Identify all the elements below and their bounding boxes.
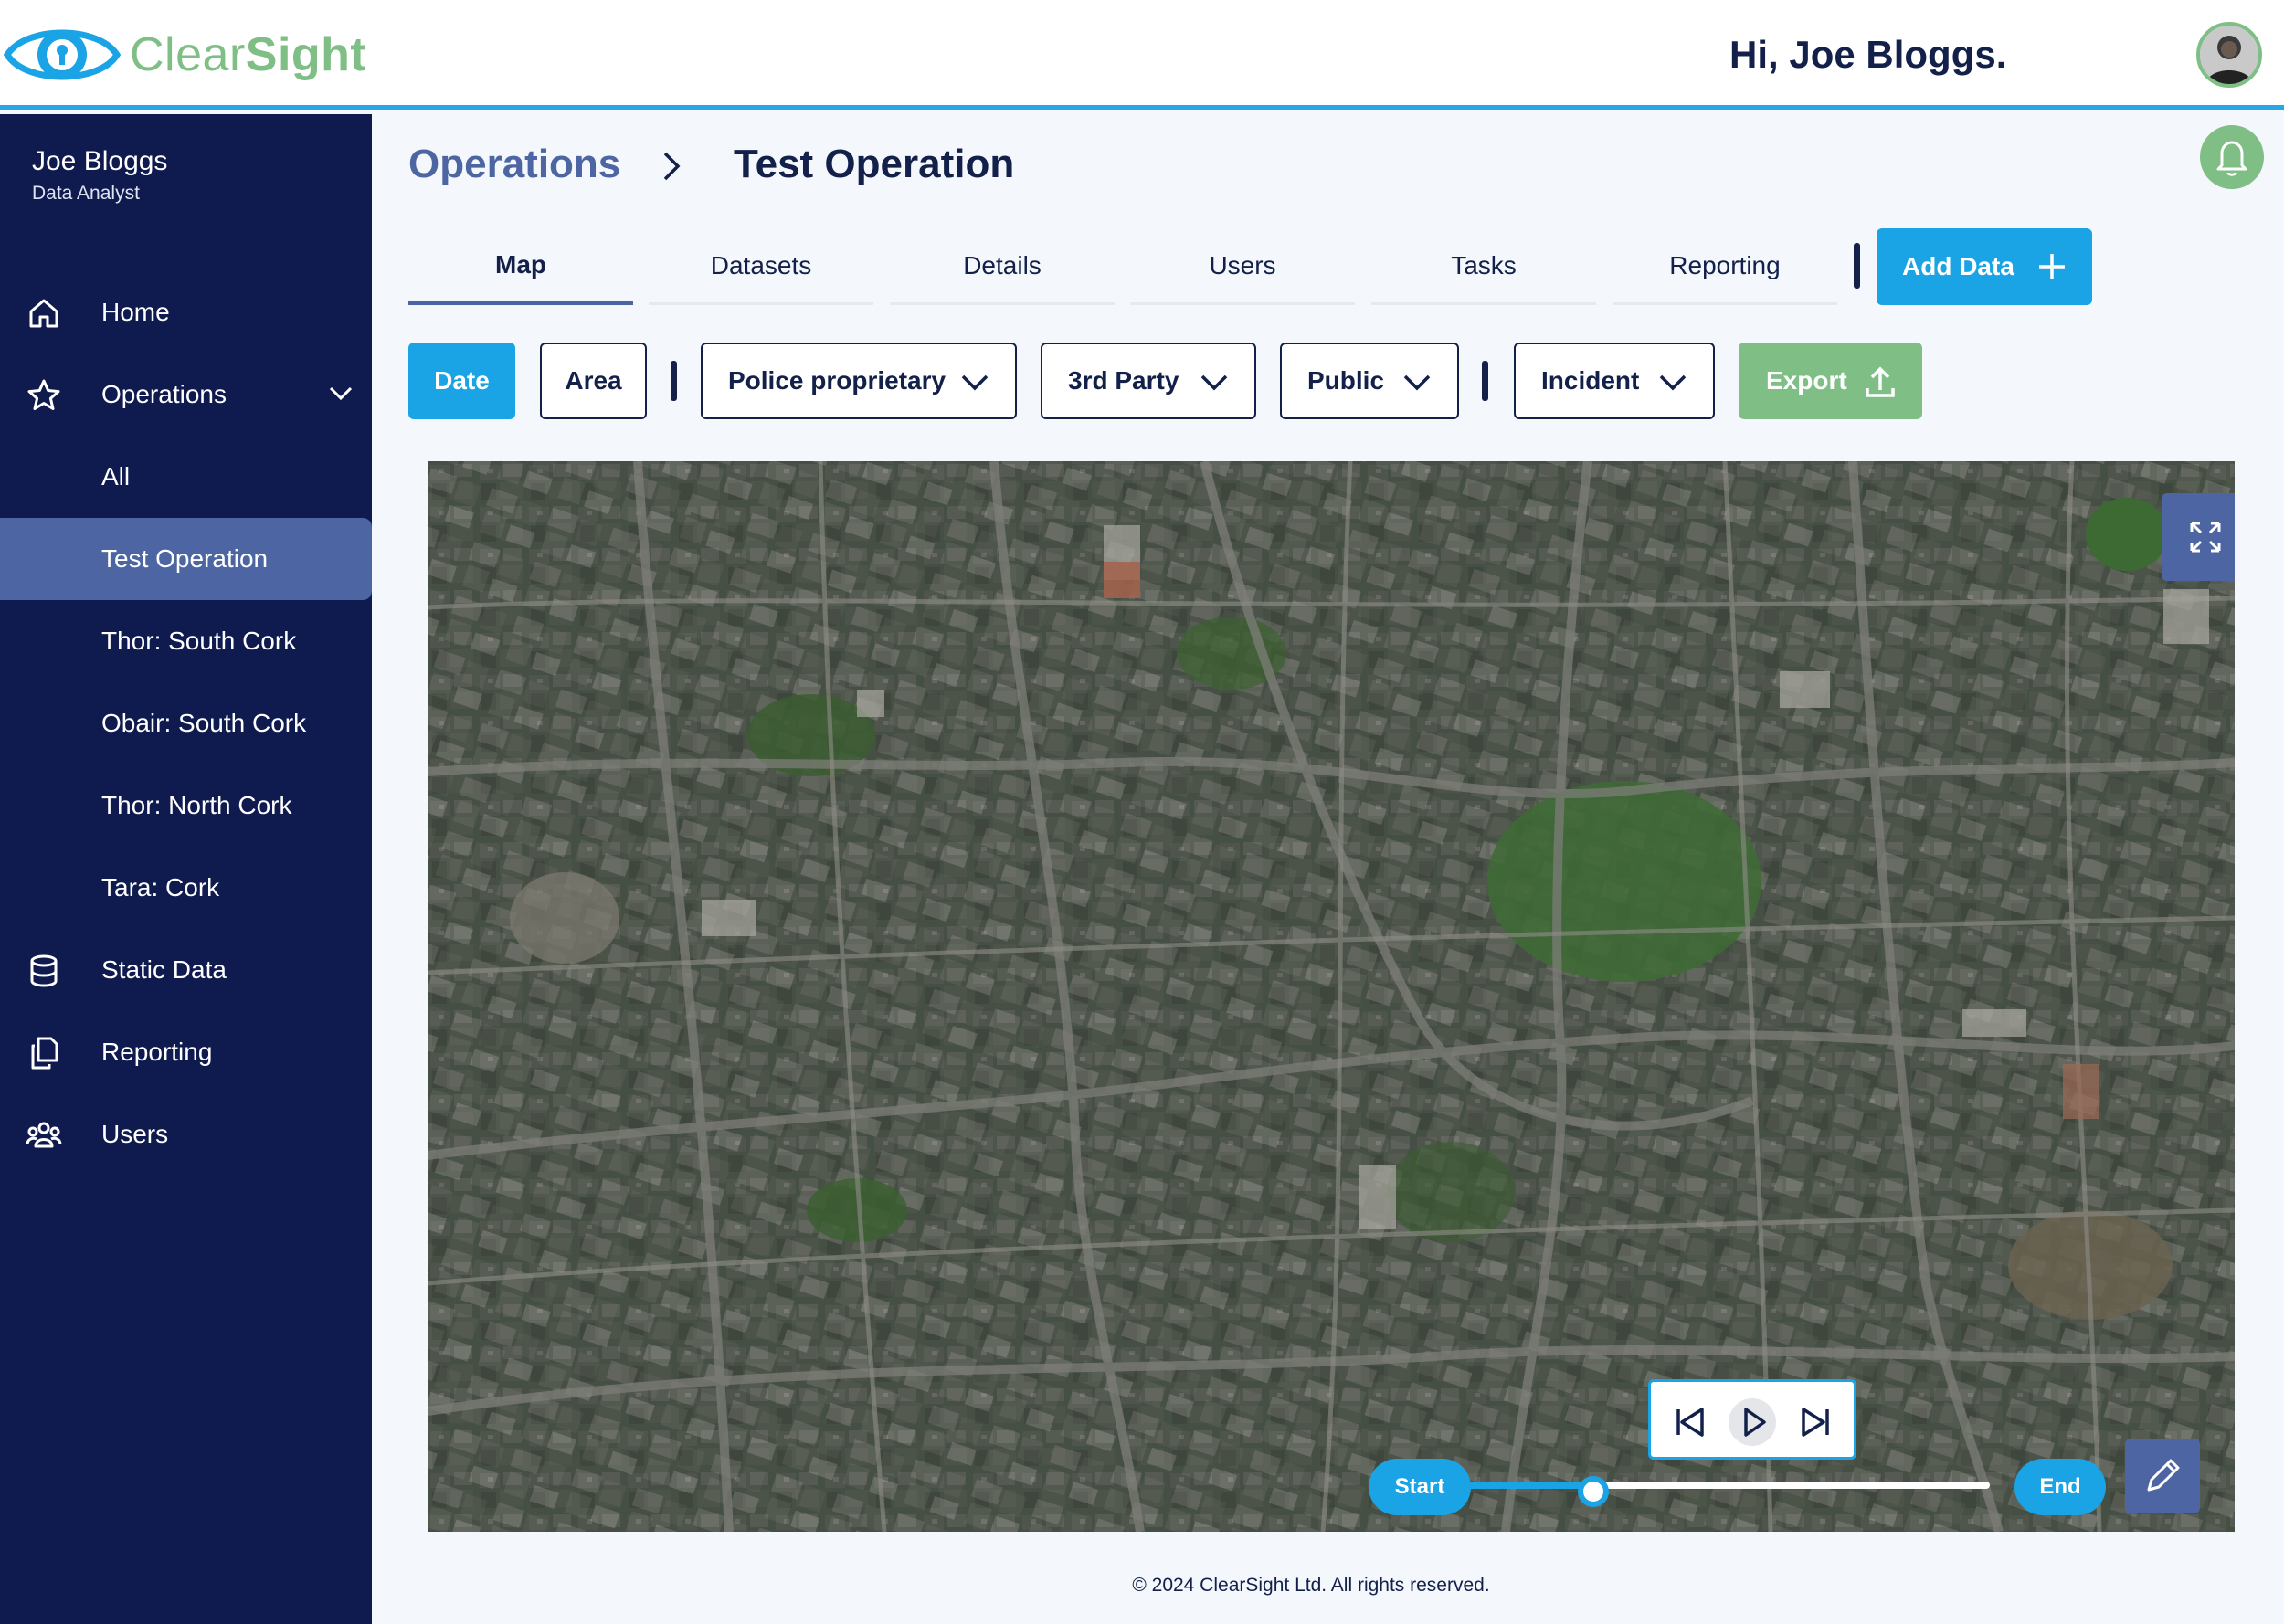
sidebar-item-home[interactable]: Home	[0, 271, 372, 353]
user-greeting: Hi, Joe Bloggs.	[1729, 33, 2007, 76]
tab-divider	[1854, 243, 1860, 289]
users-icon	[26, 1122, 62, 1148]
brand-name-part1: Clear	[130, 28, 246, 81]
satellite-map-image[interactable]	[428, 461, 2235, 1532]
sidebar-subitem-obair-south-cork[interactable]: Obair: South Cork	[0, 682, 372, 765]
breadcrumb-parent-link[interactable]: Operations	[408, 142, 620, 187]
pencil-icon	[2147, 1459, 2180, 1492]
tab-reporting[interactable]: Reporting	[1613, 228, 1837, 305]
filter-date-button[interactable]: Date	[408, 343, 515, 419]
export-label: Export	[1766, 366, 1847, 395]
sidebar-subitem-thor-north-cork[interactable]: Thor: North Cork	[0, 765, 372, 847]
add-data-label: Add Data	[1902, 252, 2014, 280]
documents-icon	[31, 1037, 58, 1070]
timeline-handle[interactable]	[1578, 1476, 1609, 1507]
filter-divider	[1482, 361, 1488, 401]
sidebar-subitem-test-operation[interactable]: Test Operation	[0, 518, 372, 600]
home-icon	[29, 299, 58, 328]
eye-logo-icon	[4, 29, 121, 80]
filter-label: Incident	[1541, 366, 1640, 395]
sidebar-item-label: Tara: Cork	[101, 873, 220, 902]
database-icon	[30, 954, 58, 987]
brand-name-part2: Sight	[245, 28, 367, 81]
sidebar-item-reporting[interactable]: Reporting	[0, 1011, 372, 1093]
edit-draw-button[interactable]	[2125, 1439, 2200, 1513]
filter-label: 3rd Party	[1068, 366, 1179, 395]
skip-back-button[interactable]	[1665, 1398, 1713, 1446]
skip-back-icon	[1676, 1408, 1704, 1437]
bell-icon	[2216, 141, 2247, 176]
footer-copyright: © 2024 ClearSight Ltd. All rights reserv…	[1132, 1575, 1490, 1596]
filter-public-dropdown[interactable]: Public	[1280, 343, 1459, 419]
sidebar-item-label: Static Data	[101, 955, 227, 984]
add-data-button[interactable]: Add Data	[1877, 228, 2092, 305]
sidebar-item-label: Thor: North Cork	[101, 791, 292, 819]
sidebar-item-label: Obair: South Cork	[101, 709, 307, 737]
chevron-down-icon	[1200, 374, 1228, 391]
sidebar-item-label: Users	[101, 1120, 169, 1148]
brand-name: ClearSight	[130, 27, 366, 82]
tab-users[interactable]: Users	[1130, 228, 1355, 305]
top-bar: ClearSight Hi, Joe Bloggs.	[0, 0, 2284, 110]
sidebar-subitem-all[interactable]: All	[0, 436, 372, 518]
filter-label: Public	[1307, 366, 1385, 395]
skip-forward-icon	[1802, 1408, 1829, 1437]
filter-label: Police proprietary	[728, 366, 946, 395]
sidebar: Joe Bloggs Data Analyst Home Operations …	[0, 114, 372, 1624]
sidebar-item-label: Reporting	[101, 1038, 213, 1066]
sidebar-subitem-tara-cork[interactable]: Tara: Cork	[0, 847, 372, 929]
chevron-right-icon	[663, 152, 681, 181]
sidebar-item-static-data[interactable]: Static Data	[0, 929, 372, 1011]
plus-icon	[2039, 254, 2065, 279]
map-view[interactable]: Start End	[428, 461, 2235, 1532]
play-icon	[1744, 1408, 1766, 1437]
expand-icon	[2190, 522, 2221, 553]
chevron-down-icon[interactable]	[327, 383, 354, 405]
chevron-down-icon	[1403, 374, 1431, 391]
playback-controls	[1648, 1379, 1856, 1460]
sidebar-item-label: Thor: South Cork	[101, 627, 297, 655]
timeline-end-label[interactable]: End	[2014, 1459, 2106, 1515]
sidebar-item-label: All	[101, 462, 131, 490]
avatar[interactable]	[2196, 22, 2262, 88]
skip-forward-button[interactable]	[1792, 1398, 1840, 1446]
timeline-start-label[interactable]: Start	[1369, 1459, 1471, 1515]
tab-map[interactable]: Map	[408, 228, 633, 305]
sidebar-user-name: Joe Bloggs	[32, 146, 168, 176]
chevron-down-icon	[1659, 374, 1687, 391]
sidebar-item-operations[interactable]: Operations	[0, 353, 372, 436]
sidebar-user-role: Data Analyst	[32, 183, 140, 204]
sidebar-item-label: Operations	[101, 380, 227, 408]
fullscreen-button[interactable]	[2162, 493, 2235, 581]
sidebar-item-label: Test Operation	[101, 544, 269, 573]
app-root: ClearSight Hi, Joe Bloggs. Joe Bloggs Da…	[0, 0, 2284, 1624]
export-button[interactable]: Export	[1739, 343, 1922, 419]
user-avatar-icon	[2200, 26, 2258, 84]
sidebar-item-users[interactable]: Users	[0, 1093, 372, 1176]
filter-3rd-party-dropdown[interactable]: 3rd Party	[1041, 343, 1256, 419]
sidebar-item-label: Home	[101, 298, 170, 326]
tab-details[interactable]: Details	[890, 228, 1115, 305]
star-icon	[27, 379, 60, 410]
filter-police-proprietary-dropdown[interactable]: Police proprietary	[701, 343, 1017, 419]
sidebar-subitem-thor-south-cork[interactable]: Thor: South Cork	[0, 600, 372, 682]
tab-datasets[interactable]: Datasets	[649, 228, 873, 305]
play-button[interactable]	[1729, 1398, 1776, 1446]
page-title: Test Operation	[734, 142, 1015, 186]
upload-icon	[1866, 366, 1895, 397]
filter-divider	[671, 361, 677, 401]
filter-incident-dropdown[interactable]: Incident	[1514, 343, 1715, 419]
tab-tasks[interactable]: Tasks	[1371, 228, 1596, 305]
clearsight-logo[interactable]: ClearSight	[4, 20, 366, 90]
chevron-down-icon	[961, 374, 989, 391]
notifications-button[interactable]	[2200, 125, 2264, 189]
filter-area-button[interactable]: Area	[540, 343, 647, 419]
